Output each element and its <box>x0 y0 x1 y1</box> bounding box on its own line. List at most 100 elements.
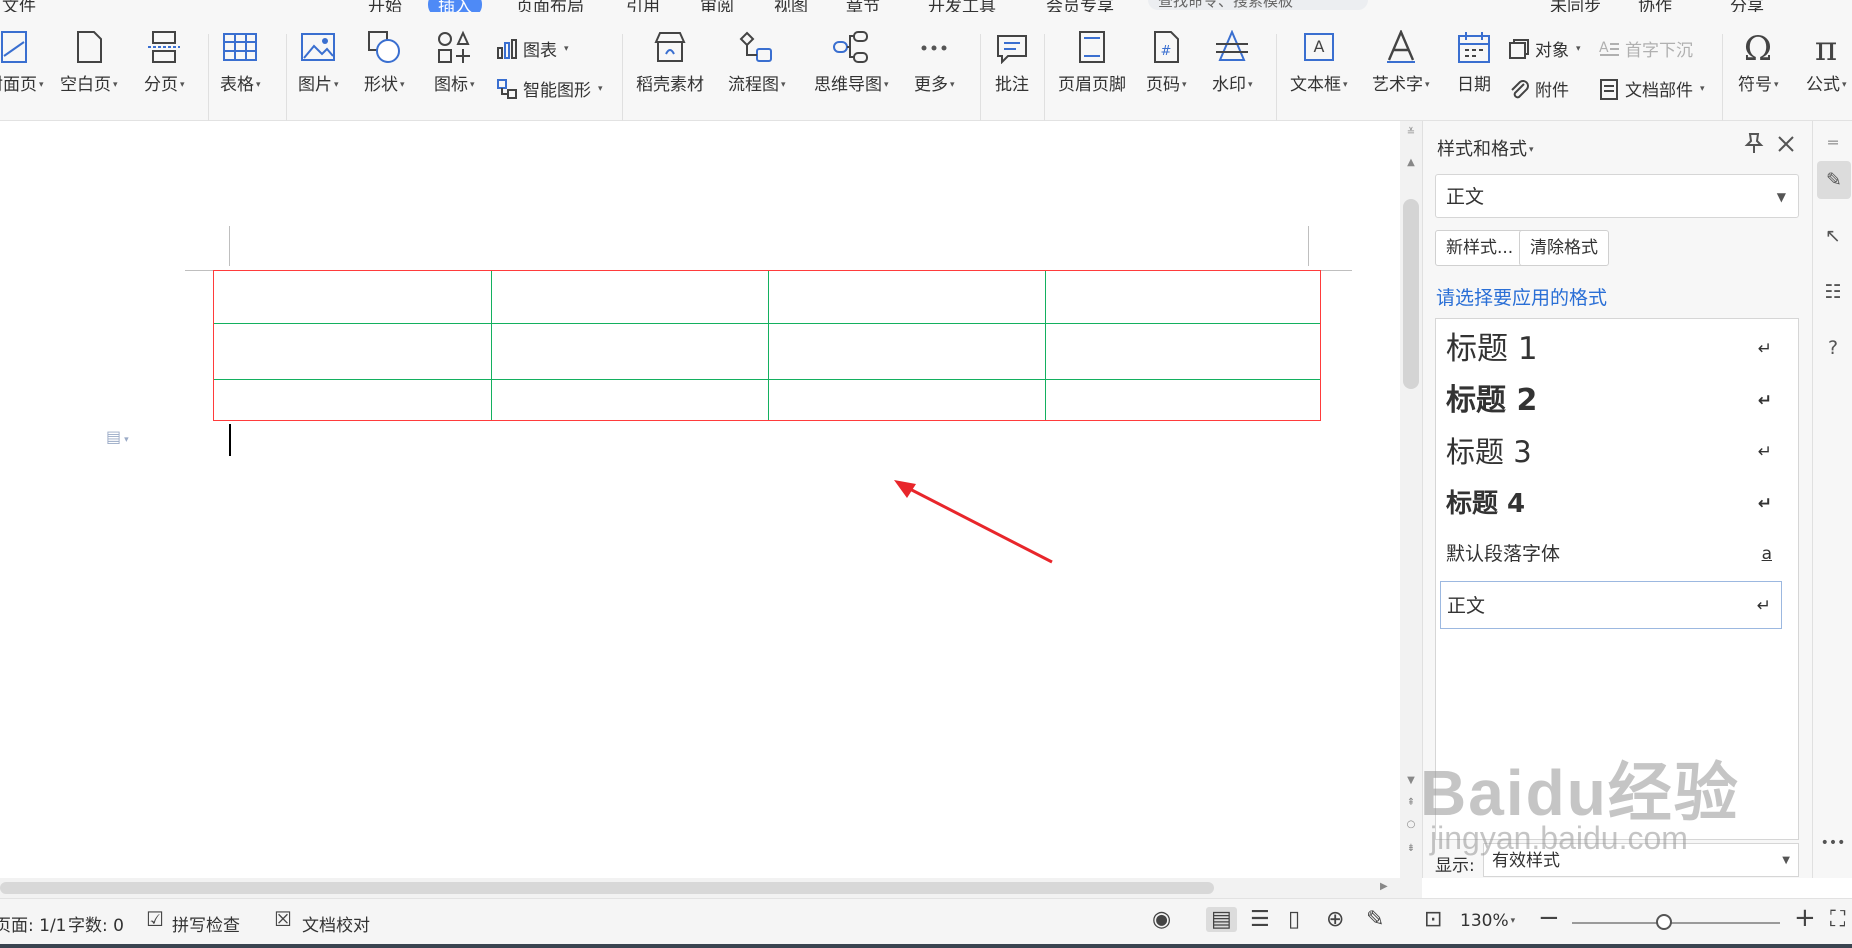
paragraph-layout-icon[interactable]: ▤ ▾ <box>106 427 129 446</box>
zoom-out-icon[interactable]: − <box>1538 903 1560 933</box>
fullscreen-icon[interactable]: ⛶ <box>1830 907 1845 932</box>
web-view-icon[interactable]: ⊕ <box>1326 907 1344 932</box>
select-browse-icon[interactable]: ○ <box>1400 819 1422 830</box>
document-canvas[interactable]: ▤ ▾ <box>0 121 1400 878</box>
panel-title[interactable]: 样式和格式 ▾ <box>1437 135 1534 161</box>
header-footer-button[interactable]: 页眉页脚 <box>1058 30 1126 95</box>
clear-format-button[interactable]: 清除格式 <box>1519 230 1609 266</box>
menu-chapter[interactable]: 章节 <box>846 0 880 12</box>
style-item-heading2[interactable]: 标题 2 ↵ <box>1440 379 1782 423</box>
page-count[interactable]: 页面: 1/1 <box>0 911 67 936</box>
prev-page-icon[interactable]: ⇞ <box>1400 797 1422 808</box>
date-button[interactable]: 日期 <box>1456 30 1492 95</box>
outline-view-icon[interactable]: ☰ <box>1250 907 1270 932</box>
ribbon-divider <box>980 34 981 128</box>
word-art-button[interactable]: 艺术字 ▾ <box>1372 30 1430 95</box>
blank-page-button[interactable]: 空白页 ▾ <box>60 30 118 95</box>
fit-page-icon[interactable]: ⊡ <box>1424 907 1442 932</box>
icon-button[interactable]: 图标 ▾ <box>434 30 475 95</box>
attachment-button[interactable]: 附件 <box>1508 76 1569 101</box>
smart-art-button[interactable]: 智能图形 ▾ <box>496 76 603 101</box>
vertical-scroll-thumb[interactable] <box>1403 199 1419 389</box>
properties-icon[interactable]: ☷ <box>1819 281 1847 309</box>
style-item-default-font[interactable]: 默认段落字体 a <box>1440 534 1782 574</box>
scroll-down-icon[interactable]: ▼ <box>1400 775 1422 786</box>
crop-mark <box>229 226 230 266</box>
mind-map-button[interactable]: 思维导图 ▾ <box>814 30 889 95</box>
menu-page-layout[interactable]: 页面布局 <box>516 0 584 12</box>
object-button[interactable]: 对象 ▾ <box>1508 36 1581 61</box>
chart-button[interactable]: 图表 ▾ <box>496 36 569 61</box>
close-icon[interactable] <box>1777 135 1795 153</box>
doc-parts-icon <box>1600 78 1618 100</box>
zoom-slider[interactable] <box>1572 922 1780 924</box>
return-icon: ↵ <box>1756 596 1771 616</box>
text-box-label: 文本框 <box>1290 75 1341 95</box>
collapse-icon[interactable]: ═ <box>1819 133 1847 161</box>
menu-review[interactable]: 审阅 <box>700 0 734 12</box>
style-item-heading3[interactable]: 标题 3 ↵ <box>1440 430 1782 474</box>
table-button[interactable]: 表格 ▾ <box>220 30 261 95</box>
flowchart-button[interactable]: 流程图 ▾ <box>728 30 786 95</box>
comment-button[interactable]: 批注 <box>994 30 1030 95</box>
current-style-select[interactable]: 正文 ▼ <box>1435 174 1799 218</box>
scroll-right-icon[interactable]: ▶ <box>1380 881 1388 892</box>
attachment-label: 附件 <box>1535 81 1569 101</box>
menu-insert[interactable]: 插入 <box>428 0 482 12</box>
more-options-icon[interactable]: ••• <box>1819 835 1847 863</box>
eye-protect-icon[interactable]: ◉ <box>1152 907 1171 932</box>
menu-references[interactable]: 引用 <box>626 0 660 12</box>
horizontal-scrollbar[interactable]: ▶ <box>0 878 1422 898</box>
new-style-button[interactable]: 新样式... <box>1435 230 1525 266</box>
page-view-icon[interactable]: ▤ <box>1206 907 1237 932</box>
scroll-up-icon[interactable]: ▲ <box>1400 157 1422 168</box>
style-item-body[interactable]: 正文 ↵ <box>1440 581 1782 629</box>
sync-status[interactable]: 未同步 <box>1550 0 1601 12</box>
shape-button[interactable]: 形状 ▾ <box>364 30 405 95</box>
share-button[interactable]: 分享 <box>1730 0 1764 12</box>
style-item-heading1[interactable]: 标题 1 ↵ <box>1440 327 1782 371</box>
zoom-slider-handle[interactable] <box>1655 914 1672 930</box>
docer-material-button[interactable]: 稻壳素材 <box>636 30 704 95</box>
menu-home[interactable]: 开始 <box>368 0 402 12</box>
text-box-button[interactable]: A 文本框 ▾ <box>1290 30 1348 95</box>
word-count[interactable]: 字数: 0 <box>68 911 124 936</box>
ribbon-divider <box>1276 34 1277 128</box>
menu-view[interactable]: 视图 <box>774 0 808 12</box>
more-button[interactable]: 更多 ▾ <box>914 30 955 95</box>
pin-icon[interactable] <box>1743 131 1765 155</box>
store-icon <box>654 32 686 62</box>
table-column-border <box>1045 271 1046 420</box>
document-table[interactable] <box>213 270 1321 421</box>
style-format-tool-icon[interactable]: ✎ <box>1817 161 1851 199</box>
menu-developer[interactable]: 开发工具 <box>928 0 996 12</box>
watermark-button[interactable]: 水印 ▾ <box>1212 30 1253 95</box>
help-icon[interactable]: ? <box>1819 337 1847 365</box>
vertical-scrollbar[interactable]: ≚ ▲ ▼ ⇞ ○ ⇟ <box>1400 121 1422 878</box>
spell-check-button[interactable]: 拼写检查 <box>172 911 240 936</box>
symbol-button[interactable]: Ω 符号 ▾ <box>1738 30 1779 95</box>
write-mode-icon[interactable]: ✎ <box>1366 907 1384 932</box>
picture-button[interactable]: 图片 ▾ <box>298 30 339 95</box>
command-search[interactable]: 查找命令、搜索模板 <box>1148 0 1368 10</box>
style-item-heading4[interactable]: 标题 4 ↵ <box>1440 482 1782 526</box>
page-number-button[interactable]: # 页码 ▾ <box>1146 30 1187 95</box>
collaborate-button[interactable]: 协作 <box>1638 0 1672 12</box>
drop-cap-button[interactable]: A 首字下沉 <box>1598 36 1693 62</box>
doc-parts-button[interactable]: 文档部件 ▾ <box>1598 76 1705 101</box>
cover-page-button[interactable]: 封面页▾ <box>0 30 44 95</box>
horizontal-scroll-thumb[interactable] <box>0 882 1214 894</box>
menu-member[interactable]: 会员专享 <box>1046 0 1114 12</box>
ribbon-divider <box>1044 34 1045 128</box>
zoom-in-icon[interactable]: + <box>1794 903 1816 933</box>
zoom-level[interactable]: 130% ▾ <box>1460 911 1515 931</box>
scroll-top-icon[interactable]: ≚ <box>1400 127 1422 138</box>
next-page-icon[interactable]: ⇟ <box>1400 843 1422 854</box>
select-pointer-icon[interactable]: ↖ <box>1819 225 1847 253</box>
return-icon: ↵ <box>1757 391 1772 411</box>
doc-proof-button[interactable]: 文档校对 <box>302 911 370 936</box>
reading-view-icon[interactable]: ▯ <box>1288 907 1300 932</box>
menu-file[interactable]: 文件 <box>2 0 36 12</box>
page-break-button[interactable]: 分页 ▾ <box>144 30 185 95</box>
formula-button[interactable]: π 公式 ▾ <box>1806 30 1847 95</box>
